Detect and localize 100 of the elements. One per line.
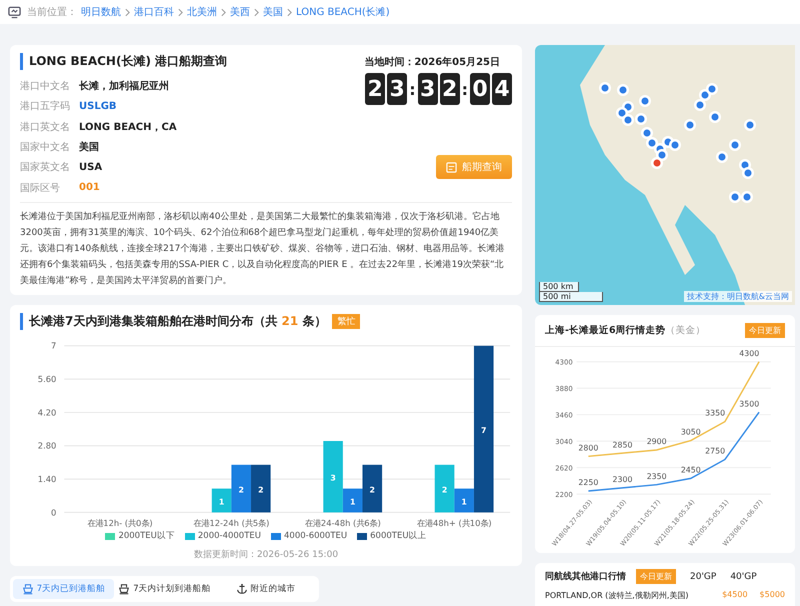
bar-value-label: 1 [350,497,356,506]
legend-swatch [105,532,116,540]
point-value-label: 2800 [578,443,598,452]
chevron-icon [287,8,292,16]
section-title: 同航线其他港口行情 [545,570,626,583]
field-value: 001 [79,182,100,194]
scale-label: 500 mi [539,292,603,302]
breadcrumb-link[interactable]: 港口百科 [134,5,174,19]
bar-value-label: 2 [442,486,448,495]
x-axis-label: 在港12-24h (共5条) [193,518,270,528]
point-value-label: 2350 [646,472,667,481]
field-label: 国际区号 [20,182,61,195]
breadcrumb-label: 当前位置： [27,6,77,19]
y-tick-label: 0 [51,507,56,518]
map-attribution: 技术支持：明日数航&云当网 [684,291,792,302]
bar-value-label: 1 [461,497,467,506]
legend-label: 2000TEU以下 [118,530,175,542]
y-tick-label: 5.60 [38,374,56,384]
field-label: 港口五字码 [20,100,71,114]
field-label: 国家中文名 [20,140,71,154]
bar-value-label: 1 [218,497,224,506]
breadcrumb-link[interactable]: 明日数航 [81,5,121,19]
chevron-icon [221,8,226,16]
legend-swatch [184,532,195,540]
point-value-label: 2900 [646,437,667,446]
ship-icon [118,583,130,595]
point-value-label: 3500 [739,399,760,408]
bar [251,464,271,512]
x-axis-label: 在港48h+ (共10条) [417,518,492,528]
point-value-label: 3050 [680,428,701,437]
y-tick-label: 4.20 [38,407,56,418]
tab[interactable]: 7天内计划到港船舶 [114,579,215,599]
breadcrumb-link[interactable]: LONG BEACH(长滩) [296,5,390,19]
tab[interactable]: 附近的城市 [215,579,316,599]
point-value-label: 2750 [705,446,726,456]
port-description: 长滩港位于美国加利福尼亚州南部，洛杉矶以南40公里处，是美国第二大最繁忙的集装箱海港，仅次于洛杉矶港。它占地3200英亩，拥有31英里的海滨、10个码头、62个泊位和68个超巴拿马型龙门起重机，每年处理的贸易价值超1940亿美元。该港口有140条航线，连接全球217个海港，主要出口铁矿砂、煤炭、谷物等，进口石油、钢材、电器用品等。长滩港还拥有6个集装箱码头，包括美森专用的SSA-PIER C，以及自动化程度高的PIER E 。在过去22年里，长滩港19次荣获“北美最佳海港”称号，是美国跨太平洋贸易的首要门户。 [20,210,506,288]
tab[interactable]: 7天内已到港船舶 [13,579,114,599]
legend-swatch [271,532,281,540]
bar-value-label: 7 [481,426,486,436]
breadcrumb-link[interactable]: 美国 [263,5,283,19]
y-tick-label: 2.80 [38,440,56,451]
legend-label: 2000-4000TEU [198,531,261,541]
clock-digit: 4 [492,73,512,105]
anchor-icon [236,583,248,595]
unit-label: （美金） [666,324,706,337]
point-value-label: 2300 [612,474,632,484]
clock-separator: : [462,80,468,98]
point-value-label: 2250 [578,478,598,488]
scale-label: 500 km [539,282,579,292]
monitor-icon [8,6,21,18]
price: $4500 [722,590,748,601]
point-value-label: 3350 [705,408,726,418]
field-value: 美国 [79,140,99,154]
clock-digit: 2 [365,73,386,105]
clock-separator: : [409,80,416,98]
clock-digit: 3 [418,73,438,105]
map-drawing[interactable] [535,45,795,305]
point-value-label: 4300 [739,348,760,358]
clock-digit: 3 [387,73,408,105]
breadcrumb-link[interactable]: 北美洲 [187,5,217,19]
bar-value-label: 3 [330,474,336,483]
port-name[interactable]: PORTLAND,OR (波特兰,俄勒冈州,美国) [545,590,710,601]
status-badge: 繁忙 [332,314,360,329]
card-title: LONG BEACH(长滩) 港口船期查询 [20,53,228,70]
field-value: USLGB [79,100,117,112]
field-value: LONG BEACH，CA [79,120,177,134]
field-label: 国家英文名 [20,160,71,174]
chevron-icon [125,8,130,16]
point-value-label: 2850 [612,440,632,450]
bar-value-label: 2 [258,486,264,495]
price: $5000 [760,590,785,601]
local-time: 当地时间：2026年05月25日 [364,56,500,69]
clock-digit: 0 [470,73,490,105]
field-value: USA [79,162,102,173]
y-tick-label: 1.40 [38,474,56,484]
clock-digit: 2 [440,73,460,105]
field-label: 港口英文名 [20,120,71,134]
x-axis-label: 在港12h- (共0条) [87,518,153,528]
field-value: 长滩，加利福尼亚州 [79,80,169,94]
update-badge: 今日更新 [636,569,676,584]
ship-icon [22,583,34,595]
update-time: 数据更新时间：2026-05-26 15:00 [192,548,340,561]
bar-value-label: 2 [370,486,376,495]
bar-value-label: 2 [238,486,244,495]
y-tick-label: 7 [51,340,56,351]
point-value-label: 2450 [680,466,701,474]
legend-label: 4000-6000TEU [284,531,348,541]
x-axis-label: 在港24-48h (共6条) [304,518,381,528]
column-header: 40'GP [730,572,757,582]
column-header: 20'GP [690,572,716,582]
chevron-icon [178,8,183,16]
chart-title: 长滩港7天内到港集装箱船舶在港时间分布（共 21 条） [29,313,326,330]
legend-label: 6000TEU以上 [370,530,427,542]
chevron-icon [254,8,259,16]
update-badge: 今日更新 [745,323,785,338]
legend-swatch [357,532,368,540]
chart-title: 上海-长滩最近6周行情走势 [545,324,666,337]
field-label: 港口中文名 [20,80,71,94]
breadcrumb-link[interactable]: 美西 [230,5,250,19]
calendar-icon [446,162,457,172]
